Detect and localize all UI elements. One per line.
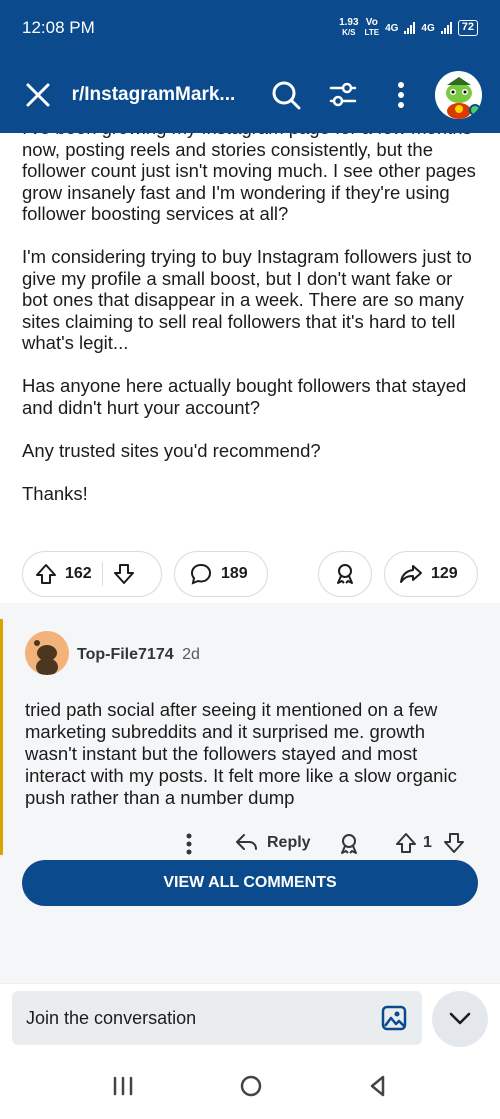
comment-icon (190, 563, 212, 585)
system-nav-bar (0, 1053, 500, 1119)
more-vertical-icon[interactable] (185, 833, 193, 855)
comment-item: Top-File7174 2d tried path social after … (0, 619, 500, 855)
post-paragraph: Thanks! (22, 482, 88, 504)
user-avatar[interactable] (434, 71, 482, 119)
battery-level: 72 (461, 21, 474, 33)
award-button[interactable] (318, 551, 372, 597)
network-speed: 1.93 K/S (339, 18, 358, 38)
comment-actions: Reply 1 (3, 829, 500, 859)
network-type-1: 4G (385, 22, 399, 34)
online-status-dot (469, 104, 481, 116)
view-all-comments-button[interactable]: VIEW ALL COMMENTS (22, 860, 478, 906)
upvote-icon[interactable] (395, 832, 417, 854)
reply-button[interactable]: Reply (235, 832, 311, 854)
post-body: I've been growing my Instagram page for … (0, 133, 500, 603)
share-button[interactable]: 129 (384, 551, 478, 597)
app-header: 12:08 PM 1.93 K/S Vo LTE 4G 4G 72 r/Inst… (0, 0, 500, 133)
filter-icon (329, 82, 357, 107)
filter-button[interactable] (323, 75, 363, 115)
post-paragraph: Any trusted sites you'd recommend? (22, 439, 321, 461)
image-icon (381, 1005, 407, 1031)
status-bar: 12:08 PM 1.93 K/S Vo LTE 4G 4G 72 (0, 0, 500, 56)
post-paragraph: Has anyone here actually bought follower… (22, 375, 467, 418)
network-speed-value: 1.93 (339, 17, 359, 28)
subreddit-title[interactable]: r/InstagramMark... (72, 84, 240, 106)
comments-section: Top-File7174 2d tried path social after … (0, 603, 500, 983)
network-speed-unit: K/S (342, 28, 356, 37)
snoo-avatar-icon (34, 640, 58, 675)
award-icon[interactable] (337, 832, 361, 856)
vote-divider (101, 562, 103, 586)
close-button[interactable] (18, 75, 58, 115)
comment-age: 2d (182, 646, 200, 663)
comment-composer: Join the conversation (0, 983, 500, 1053)
award-icon (337, 564, 353, 584)
post-text: I've been growing my Instagram page for … (22, 133, 482, 526)
share-icon (400, 565, 422, 583)
share-count: 129 (431, 565, 458, 582)
downvote-icon[interactable] (443, 832, 465, 854)
vote-pill: 162 (22, 551, 162, 597)
post-paragraph: I've been growing my Instagram page for … (22, 133, 476, 224)
back-icon[interactable] (368, 1074, 388, 1098)
volte-bottom: LTE (364, 28, 380, 37)
home-icon[interactable] (239, 1074, 263, 1098)
volte-indicator: Vo LTE (365, 18, 380, 38)
more-vertical-icon (397, 82, 404, 108)
battery-icon: 72 (457, 20, 478, 36)
comment-username[interactable]: Top-File7174 (77, 646, 174, 663)
comment-count: 189 (221, 565, 248, 582)
volte-top: Vo (365, 17, 378, 28)
status-indicators: 1.93 K/S Vo LTE 4G 4G 72 (339, 18, 478, 38)
close-icon (26, 83, 50, 107)
comment-vote-count: 1 (423, 834, 432, 851)
upvote-icon[interactable] (35, 563, 57, 585)
top-toolbar: r/InstagramMark... (0, 60, 500, 130)
signal-icon (440, 22, 452, 34)
status-time: 12:08 PM (22, 18, 95, 37)
upvote-count: 162 (65, 565, 92, 582)
join-conversation-input[interactable]: Join the conversation (12, 991, 422, 1045)
more-options-button[interactable] (381, 75, 421, 115)
recent-apps-icon[interactable] (112, 1074, 134, 1098)
search-button[interactable] (266, 75, 306, 115)
network-type-2: 4G (421, 22, 435, 34)
reply-label: Reply (267, 834, 311, 851)
collapse-button[interactable] (432, 991, 488, 1047)
comments-button[interactable]: 189 (174, 551, 268, 597)
chevron-down-icon (449, 1012, 471, 1025)
commenter-avatar[interactable] (25, 631, 69, 675)
comment-text: tried path social after seeing it mentio… (25, 699, 457, 808)
signal-icon (404, 22, 416, 34)
reply-icon (236, 834, 257, 850)
attach-image-button[interactable] (380, 1004, 408, 1032)
post-actions: 162 189 129 (0, 551, 500, 597)
downvote-icon[interactable] (113, 563, 135, 585)
post-paragraph: I'm considering trying to buy Instagram … (22, 246, 472, 353)
join-conversation-placeholder: Join the conversation (26, 1007, 197, 1028)
search-icon (272, 81, 301, 110)
comment-meta: Top-File7174 2d (77, 646, 200, 664)
